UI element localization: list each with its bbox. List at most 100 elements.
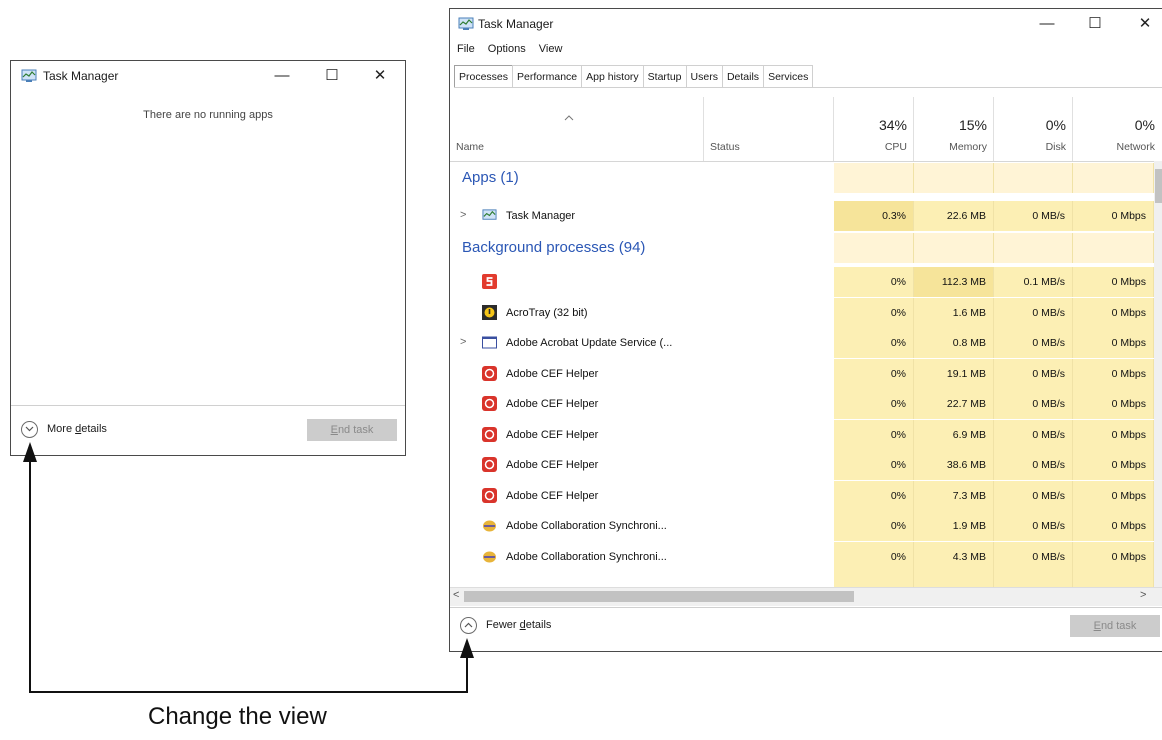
end-task-button[interactable]: End task bbox=[307, 419, 397, 441]
process-row[interactable]: Adobe CEF Helper 0% 38.6 MB 0 MB/s 0 Mbps bbox=[450, 450, 1162, 480]
more-details-text-end: etails bbox=[81, 423, 107, 435]
network-value: 0 Mbps bbox=[1073, 297, 1154, 328]
cpu-value: 0% bbox=[834, 419, 914, 450]
menu-options[interactable]: Options bbox=[488, 43, 526, 55]
group-header-apps[interactable]: Apps (1) bbox=[450, 163, 1162, 193]
process-row[interactable]: Adobe CEF Helper 0% 19.1 MB 0 MB/s 0 Mbps bbox=[450, 358, 1162, 389]
title-bar[interactable]: Task Manager — ☐ ✕ bbox=[450, 9, 1162, 39]
memory-total: 15% bbox=[958, 117, 987, 133]
vertical-scrollbar[interactable] bbox=[1154, 161, 1162, 587]
column-header-memory[interactable]: 15% Memory bbox=[914, 97, 994, 161]
cpu-value: 0% bbox=[834, 389, 914, 419]
partial-cell bbox=[914, 569, 994, 587]
fewer-details-text: Fewer bbox=[486, 619, 520, 631]
tab-startup[interactable]: Startup bbox=[642, 65, 687, 87]
process-name: Adobe Acrobat Update Service (... bbox=[506, 337, 673, 349]
memory-value: 38.6 MB bbox=[914, 450, 994, 480]
partial-cell bbox=[994, 569, 1073, 587]
more-details-link[interactable]: More details bbox=[47, 423, 107, 435]
task-manager-icon bbox=[21, 69, 37, 82]
disk-value: 0 MB/s bbox=[994, 419, 1073, 450]
process-row[interactable]: > Adobe Acrobat Update Service (... 0% 0.8 … bbox=[450, 328, 1162, 358]
process-name: Adobe CEF Helper bbox=[506, 428, 599, 441]
no-running-apps-message: There are no running apps bbox=[143, 109, 273, 121]
column-header-name[interactable]: Name bbox=[450, 97, 704, 161]
column-header-status[interactable]: Status bbox=[704, 97, 834, 161]
process-row[interactable]: Adobe Collaboration Synchroni... 0% 1.9 MB… bbox=[450, 511, 1162, 541]
scroll-right-icon[interactable]: > bbox=[1140, 589, 1146, 601]
tab-services[interactable]: Services bbox=[763, 65, 814, 87]
partial-cell bbox=[834, 569, 914, 587]
memory-value: 112.3 MB bbox=[914, 267, 994, 297]
process-name: Adobe CEF Helper bbox=[506, 489, 599, 502]
process-row[interactable]: Adobe Collaboration Synchroni... 0% 4.3 MB… bbox=[450, 541, 1162, 572]
process-row[interactable]: Adobe CEF Helper 0% 22.7 MB 0 MB/s 0 Mbps bbox=[450, 389, 1162, 419]
cpu-value: 0% bbox=[834, 297, 914, 328]
maximize-button[interactable]: ☐ bbox=[317, 65, 347, 87]
memory-value: 22.7 MB bbox=[914, 389, 994, 419]
disk-value: 0 MB/s bbox=[994, 201, 1073, 231]
tab-performance[interactable]: Performance bbox=[512, 65, 583, 87]
sort-up-icon bbox=[564, 115, 574, 121]
process-name: Adobe CEF Helper bbox=[506, 459, 599, 471]
tab-app-history[interactable]: App history bbox=[581, 65, 644, 87]
scroll-left-icon[interactable]: < bbox=[453, 589, 459, 601]
memory-value: 6.9 MB bbox=[914, 419, 994, 450]
apps-group-title: Apps (1) bbox=[462, 169, 519, 186]
column-header-network[interactable]: 0% Network bbox=[1073, 97, 1162, 161]
tab-processes[interactable]: Processes bbox=[454, 65, 514, 87]
fewer-details-text-end: etails bbox=[525, 619, 552, 631]
memory-value: 0.8 MB bbox=[914, 328, 994, 358]
tab-users[interactable]: Users bbox=[685, 65, 723, 87]
group-header-background[interactable]: Background processes (94) bbox=[450, 233, 1162, 263]
horizontal-scrollbar[interactable]: < > bbox=[450, 587, 1162, 606]
fewer-details-toggle[interactable] bbox=[460, 617, 477, 634]
vertical-scroll-thumb[interactable] bbox=[1155, 169, 1162, 203]
menu-file[interactable]: File bbox=[457, 43, 475, 55]
menu-view[interactable]: View bbox=[539, 43, 563, 55]
process-row[interactable]: Adobe CEF Helper 0% 7.3 MB 0 MB/s 0 Mbps bbox=[450, 480, 1162, 511]
cpu-value: 0% bbox=[834, 480, 914, 511]
group-cell bbox=[1073, 233, 1154, 263]
memory-value: 1.9 MB bbox=[914, 511, 994, 541]
footer-divider bbox=[450, 607, 1162, 608]
column-header-disk[interactable]: 0% Disk bbox=[994, 97, 1073, 161]
expand-chevron-icon[interactable]: > bbox=[460, 209, 466, 221]
group-cell bbox=[914, 163, 994, 193]
disk-value: 0.1 MB/s bbox=[994, 267, 1073, 297]
window-title: Task Manager bbox=[478, 17, 554, 31]
group-cell bbox=[914, 233, 994, 263]
process-row[interactable]: Adobe CEF Helper 0% 6.9 MB 0 MB/s 0 Mbps bbox=[450, 419, 1162, 450]
end-task-accel: E bbox=[1093, 620, 1101, 632]
network-value: 0 Mbps bbox=[1073, 541, 1154, 572]
close-button[interactable]: ✕ bbox=[1130, 13, 1160, 35]
network-value: 0 Mbps bbox=[1073, 201, 1154, 231]
maximize-button[interactable]: ☐ bbox=[1080, 13, 1110, 35]
tab-details[interactable]: Details bbox=[721, 65, 765, 87]
more-details-toggle[interactable] bbox=[21, 421, 38, 438]
process-name: Adobe CEF Helper bbox=[506, 367, 599, 380]
chevron-up-icon bbox=[464, 622, 473, 628]
close-button[interactable]: ✕ bbox=[365, 65, 395, 87]
network-total: 0% bbox=[1134, 117, 1155, 133]
cpu-value: 0% bbox=[834, 541, 914, 572]
network-value: 0 Mbps bbox=[1073, 419, 1154, 450]
minimize-button[interactable]: — bbox=[1032, 13, 1062, 35]
expand-chevron-icon[interactable]: > bbox=[460, 336, 466, 348]
end-task-text: nd task bbox=[1100, 620, 1137, 632]
title-bar[interactable]: Task Manager — ☐ ✕ bbox=[11, 61, 405, 91]
process-name: Adobe Collaboration Synchroni... bbox=[506, 520, 667, 532]
group-cell bbox=[1073, 163, 1154, 193]
cpu-value: 0% bbox=[834, 511, 914, 541]
end-task-button[interactable]: End task bbox=[1070, 615, 1160, 637]
disk-value: 0 MB/s bbox=[994, 480, 1073, 511]
column-status-label: Status bbox=[710, 141, 740, 153]
horizontal-scroll-thumb[interactable] bbox=[464, 591, 854, 602]
process-row[interactable]: AcroTray (32 bit) 0% 1.6 MB 0 MB/s 0 Mbps bbox=[450, 297, 1162, 328]
process-row[interactable]: 0% 112.3 MB 0.1 MB/s 0 Mbps bbox=[450, 267, 1162, 297]
column-header-cpu[interactable]: 34% CPU bbox=[834, 97, 914, 161]
group-cell bbox=[994, 233, 1073, 263]
process-row[interactable]: > Task Manager 0.3% 22.6 MB 0 MB/s 0 Mbps bbox=[450, 201, 1162, 231]
minimize-button[interactable]: — bbox=[267, 65, 297, 87]
fewer-details-link[interactable]: Fewer details bbox=[486, 619, 551, 631]
